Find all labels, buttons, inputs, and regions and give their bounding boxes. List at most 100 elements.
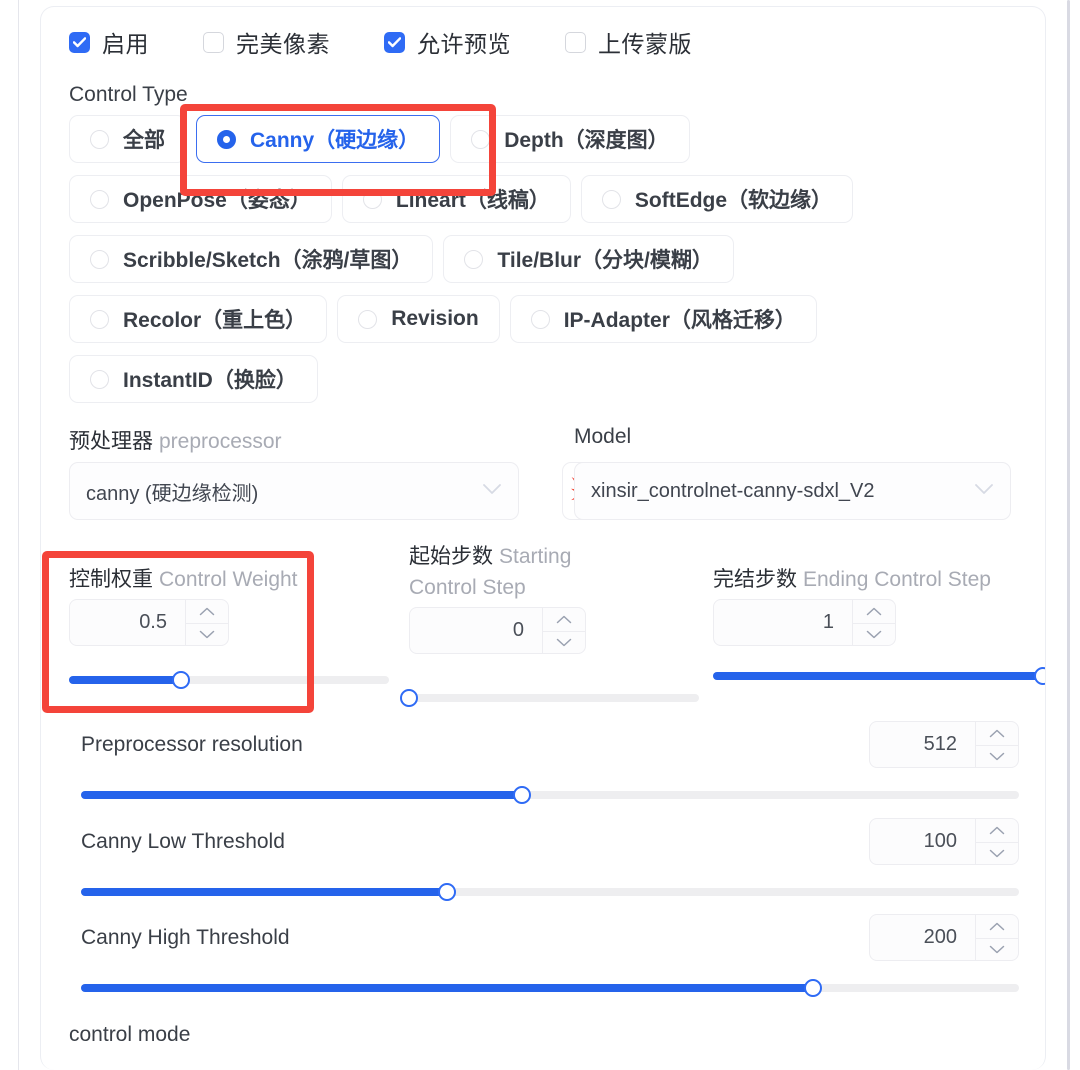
canny-low-threshold-value: 100	[923, 830, 957, 852]
control-weight-label-zh: 控制权重	[69, 568, 153, 591]
chevron-down-icon	[974, 482, 994, 500]
preprocessor-value: canny (硬边缘检测)	[86, 482, 259, 505]
control-weight-stepper[interactable]	[185, 600, 228, 645]
ending-step-slider[interactable]	[713, 667, 1045, 685]
control-type-canny[interactable]: Canny（硬边缘）	[196, 115, 441, 163]
radio-icon	[464, 249, 484, 269]
control-mode-label: control mode	[69, 1023, 191, 1046]
preprocessor-label-en: preprocessor	[159, 430, 282, 453]
stepper-down-icon[interactable]	[543, 630, 585, 654]
radio-selected-icon	[217, 129, 236, 149]
preprocessor-label: 预处理器 preprocessor	[69, 425, 282, 455]
stepper-down-icon[interactable]	[976, 937, 1018, 961]
preprocessor-resolution-label: Preprocessor resolution	[81, 733, 303, 756]
checkbox-upload-mask[interactable]: 上传蒙版	[565, 25, 692, 59]
control-type-tile-blur[interactable]: Tile/Blur（分块/模糊）	[443, 235, 734, 283]
control-type-options: 全部 Canny（硬边缘） Depth（深度图） OpenPose（姿态） Li…	[69, 115, 1019, 415]
control-type-row-5: InstantID（换脸）	[69, 355, 1019, 403]
slider-thumb[interactable]	[1034, 667, 1045, 685]
chevron-down-icon	[482, 482, 502, 500]
canny-high-threshold-stepper[interactable]	[975, 915, 1018, 960]
control-type-row-3: Scribble/Sketch（涂鸦/草图） Tile/Blur（分块/模糊）	[69, 235, 1019, 283]
control-type-depth[interactable]: Depth（深度图）	[450, 115, 690, 163]
stepper-up-icon[interactable]	[976, 722, 1018, 745]
model-select[interactable]: xinsir_controlnet-canny-sdxl_V2	[574, 462, 1011, 520]
ending-step-stepper[interactable]	[852, 600, 895, 645]
stepper-up-icon[interactable]	[186, 600, 228, 623]
starting-step-input[interactable]: 0	[409, 607, 586, 654]
ending-step-label-en: Ending Control Step	[803, 568, 991, 591]
stepper-up-icon[interactable]	[853, 600, 895, 623]
control-type-recolor[interactable]: Recolor（重上色）	[69, 295, 328, 343]
stepper-up-icon[interactable]	[543, 608, 585, 631]
radio-icon	[90, 309, 109, 329]
model-label: Model	[574, 425, 632, 448]
checkbox-pixel-perfect[interactable]: 完美像素	[203, 25, 330, 59]
control-weight-label-en: Control Weight	[159, 568, 298, 591]
control-type-openpose[interactable]: OpenPose（姿态）	[69, 175, 332, 223]
radio-icon	[601, 189, 621, 209]
control-type-lineart[interactable]: Lineart（线稿）	[341, 175, 571, 223]
slider-thumb[interactable]	[803, 979, 822, 997]
control-type-depth-label: Depth（深度图）	[504, 129, 669, 152]
slider-thumb[interactable]	[512, 786, 531, 804]
checkbox-allow-preview-box[interactable]	[384, 31, 405, 53]
radio-icon	[358, 309, 378, 329]
starting-step-value: 0	[512, 619, 524, 641]
slider-fill	[713, 672, 1043, 680]
control-weight-slider[interactable]	[69, 671, 389, 689]
starting-step-slider[interactable]	[400, 689, 699, 707]
starting-step-stepper[interactable]	[542, 608, 585, 653]
ending-step-value: 1	[822, 611, 834, 633]
control-type-canny-label: Canny（硬边缘）	[250, 129, 420, 152]
preprocessor-label-zh: 预处理器	[69, 430, 153, 453]
checkbox-enable-box[interactable]	[69, 31, 90, 53]
control-type-ip-adapter[interactable]: IP-Adapter（风格迁移）	[509, 295, 817, 343]
stepper-down-icon[interactable]	[976, 841, 1018, 865]
checkbox-allow-preview[interactable]: 允许预览	[384, 25, 511, 59]
controlnet-panel: 启用 完美像素 允许预览 上传蒙版 Control Type 全部 Canny（…	[0, 0, 1080, 1070]
stepper-up-icon[interactable]	[976, 915, 1018, 938]
checkbox-upload-mask-label: 上传蒙版	[598, 31, 692, 57]
slider-fill	[81, 791, 522, 799]
checkbox-pixel-perfect-label: 完美像素	[236, 31, 330, 57]
slider-thumb[interactable]	[172, 671, 190, 689]
control-type-scribble[interactable]: Scribble/Sketch（涂鸦/草图）	[69, 235, 434, 283]
starting-step-label-zh: 起始步数	[409, 545, 493, 568]
control-type-row-1: 全部 Canny（硬边缘） Depth（深度图）	[69, 115, 1019, 163]
panel-scrollbar[interactable]	[1067, 0, 1070, 1070]
preprocessor-resolution-stepper[interactable]	[975, 722, 1018, 767]
control-type-all[interactable]: 全部	[69, 115, 186, 163]
preprocessor-resolution-input[interactable]: 512	[869, 721, 1019, 768]
control-type-instantid[interactable]: InstantID（换脸）	[69, 355, 318, 403]
preprocessor-select[interactable]: canny (硬边缘检测)	[69, 462, 519, 520]
slider-fill	[81, 984, 813, 992]
control-type-scribble-label: Scribble/Sketch（涂鸦/草图）	[123, 249, 413, 272]
canny-low-threshold-stepper[interactable]	[975, 819, 1018, 864]
checkbox-upload-mask-box[interactable]	[565, 31, 586, 53]
control-type-revision[interactable]: Revision	[337, 295, 500, 343]
canny-high-threshold-input[interactable]: 200	[869, 914, 1019, 961]
stepper-down-icon[interactable]	[976, 744, 1018, 768]
canny-high-threshold-slider[interactable]	[81, 979, 1019, 997]
slider-thumb[interactable]	[400, 689, 418, 707]
stepper-down-icon[interactable]	[186, 622, 228, 646]
options-checkbox-row: 启用 完美像素 允许预览 上传蒙版	[69, 25, 746, 59]
radio-icon	[362, 189, 382, 209]
checkbox-enable[interactable]: 启用	[69, 25, 149, 59]
checkbox-pixel-perfect-box[interactable]	[203, 31, 224, 53]
control-type-row-4: Recolor（重上色） Revision IP-Adapter（风格迁移）	[69, 295, 1019, 343]
model-value: xinsir_controlnet-canny-sdxl_V2	[591, 479, 875, 502]
stepper-up-icon[interactable]	[976, 819, 1018, 842]
preprocessor-resolution-slider[interactable]	[81, 786, 1019, 804]
radio-icon	[90, 369, 109, 389]
canny-low-threshold-slider[interactable]	[81, 883, 1019, 901]
stepper-down-icon[interactable]	[853, 622, 895, 646]
slider-fill	[81, 888, 447, 896]
control-type-softedge[interactable]: SoftEdge（软边缘）	[580, 175, 854, 223]
slider-thumb[interactable]	[437, 883, 456, 901]
ending-step-input[interactable]: 1	[713, 599, 896, 646]
control-weight-input[interactable]: 0.5	[69, 599, 229, 646]
canny-low-threshold-input[interactable]: 100	[869, 818, 1019, 865]
preprocessor-resolution-value: 512	[923, 733, 957, 755]
